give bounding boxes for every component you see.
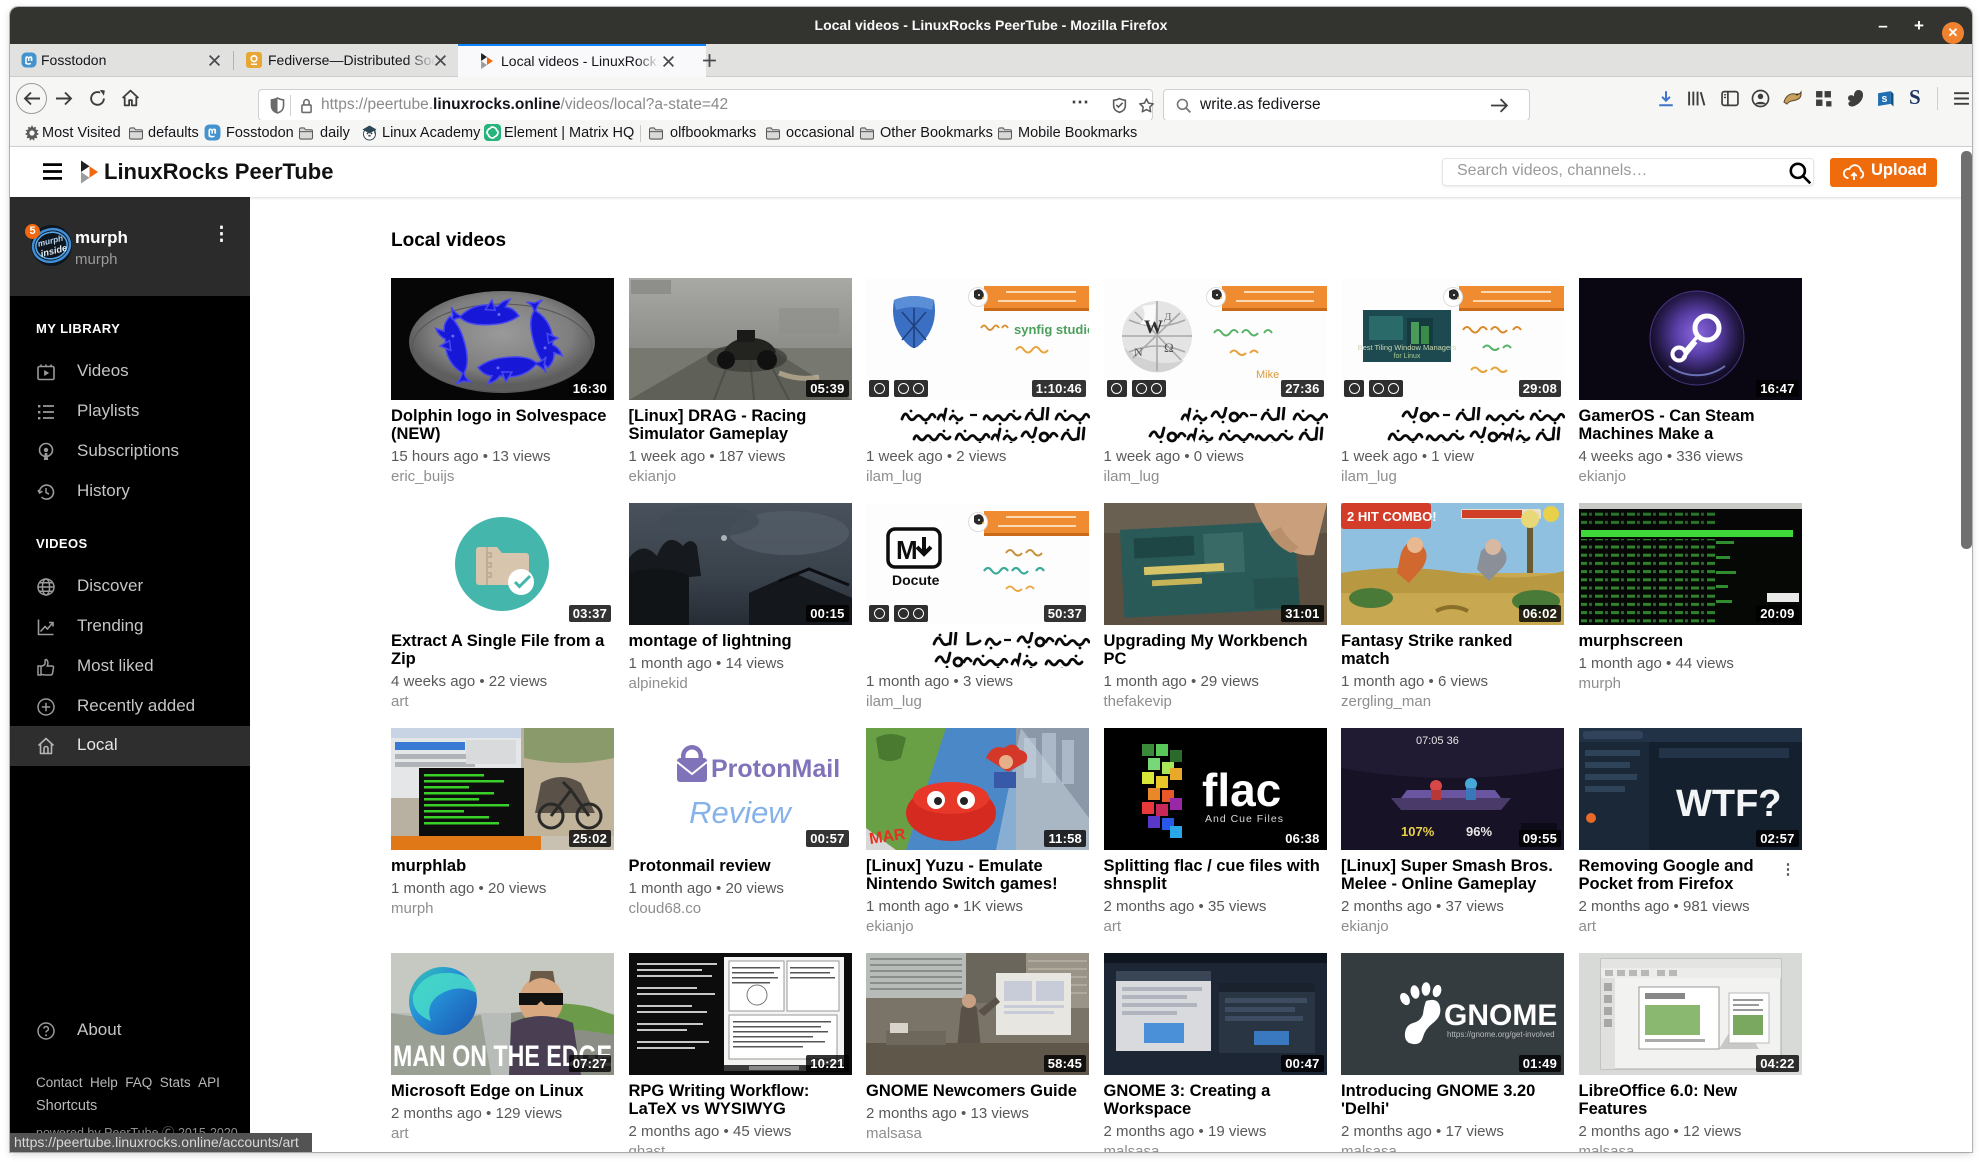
svg-text:M: M	[896, 535, 918, 565]
svg-text:Best Tiling Window Managers: Best Tiling Window Managers	[1358, 343, 1457, 352]
svg-text:https://gnome.org/get-involved: https://gnome.org/get-involved	[1447, 1030, 1555, 1039]
svg-text:ProtonMail: ProtonMail	[711, 755, 840, 783]
svg-text:Д: Д	[1164, 311, 1172, 323]
svg-text:Docute: Docute	[892, 572, 940, 588]
svg-text:And Cue Files: And Cue Files	[1205, 813, 1284, 825]
svg-text:WTF?: WTF?	[1676, 783, 1782, 825]
svg-text:107%: 107%	[1401, 824, 1435, 839]
svg-text:s: s	[1881, 93, 1887, 105]
svg-text:96%: 96%	[1466, 824, 1492, 839]
svg-text:for Linux: for Linux	[1394, 353, 1421, 360]
svg-text:N: N	[1134, 345, 1143, 359]
svg-text:Mike: Mike	[1256, 369, 1279, 381]
svg-text:07:05 36: 07:05 36	[1416, 735, 1459, 747]
svg-text:W: W	[1144, 317, 1163, 338]
svg-text:flac: flac	[1202, 764, 1281, 816]
svg-text:2 HIT COMBO!: 2 HIT COMBO!	[1347, 509, 1437, 524]
svg-text:Ω: Ω	[1164, 340, 1174, 355]
svg-text:GNOME: GNOME	[1444, 999, 1557, 1032]
svg-text:synfig studio: synfig studio	[1014, 322, 1089, 337]
svg-text:Review: Review	[689, 795, 793, 830]
